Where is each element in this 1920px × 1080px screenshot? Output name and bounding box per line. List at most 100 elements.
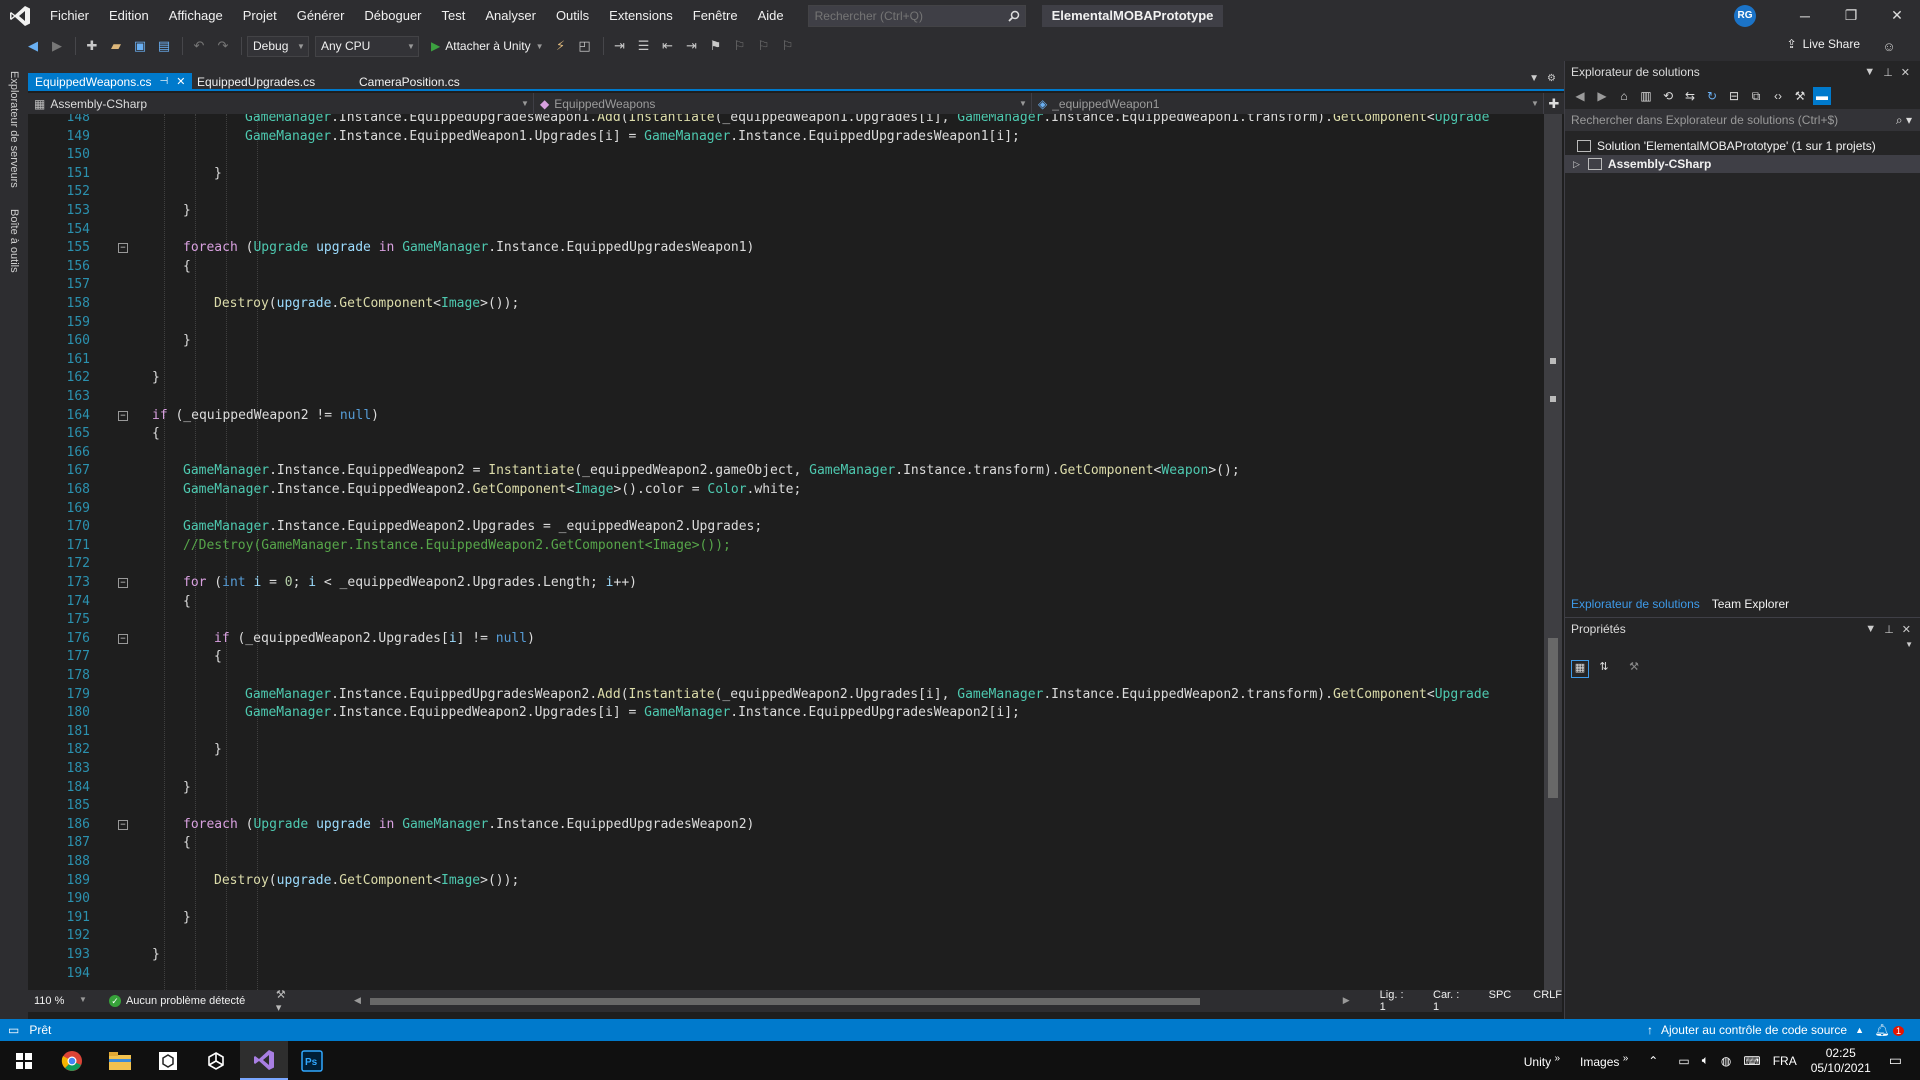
scroll-left-icon[interactable]: ◀ xyxy=(354,995,361,1006)
property-pages-icon[interactable]: ⚒ xyxy=(1625,660,1643,678)
tab-team-explorer[interactable]: Team Explorer xyxy=(1712,597,1789,611)
scrollbar-thumb[interactable] xyxy=(370,998,1201,1005)
split-window-icon[interactable]: ✚ xyxy=(1544,93,1564,114)
settings-icon[interactable]: ⚙ xyxy=(1547,73,1556,84)
show-hidden-icons[interactable]: ⌃ xyxy=(1648,1054,1658,1068)
menu-item[interactable]: Test xyxy=(432,0,476,31)
collapse-icon[interactable]: − xyxy=(118,410,128,421)
menu-item[interactable]: Analyser xyxy=(475,0,546,31)
scrollbar-thumb[interactable] xyxy=(1548,638,1558,798)
minimize-button[interactable]: ─ xyxy=(1782,0,1828,31)
search-input[interactable] xyxy=(814,8,995,23)
layout-icon[interactable]: ☰ xyxy=(633,35,655,57)
menu-item[interactable]: Outils xyxy=(546,0,599,31)
search-box[interactable] xyxy=(807,4,1026,27)
pin-icon[interactable]: ⊣ xyxy=(160,73,169,91)
network-icon[interactable]: ▭ xyxy=(1678,1054,1689,1068)
bookmark-next-icon[interactable]: ⚐ xyxy=(753,35,775,57)
show-all-files-icon[interactable]: ⧉ xyxy=(1747,87,1765,105)
solution-search-box[interactable]: Rechercher dans Explorateur de solutions… xyxy=(1565,109,1920,131)
bookmark-clear-icon[interactable]: ⚐ xyxy=(777,35,799,57)
solution-node[interactable]: Solution 'ElementalMOBAPrototype' (1 sur… xyxy=(1565,137,1920,155)
screenshot-icon[interactable]: ◰ xyxy=(574,35,596,57)
server-explorer-tab[interactable]: Explorateur de serveurs xyxy=(8,71,20,188)
attach-to-unity-button[interactable]: ▶ Attacher à Unity ▼ xyxy=(431,39,544,53)
code-cleanup-icon[interactable]: ⚒ ▾ xyxy=(276,988,294,1014)
action-center-icon[interactable]: ▭ xyxy=(1889,1052,1902,1069)
collapse-all-icon[interactable]: ⊟ xyxy=(1725,87,1743,105)
scroll-right-icon[interactable]: ▶ xyxy=(1343,995,1350,1006)
type-dropdown[interactable]: ◆ EquippedWeapons ▼ xyxy=(534,93,1032,114)
menu-item[interactable]: Fichier xyxy=(40,0,99,31)
code-editor[interactable]: 148 GameManager.Instance.EquippedUpgrades… xyxy=(28,114,1544,990)
close-icon[interactable]: ✕ xyxy=(1901,66,1910,79)
hot-reload-icon[interactable]: ⚡ xyxy=(550,35,572,57)
menu-item[interactable]: Extensions xyxy=(599,0,683,31)
indent-icon[interactable]: ⇥ xyxy=(681,35,703,57)
menu-item[interactable]: Fenêtre xyxy=(683,0,748,31)
close-icon[interactable]: ✕ xyxy=(176,73,185,91)
categorized-icon[interactable]: ▦ xyxy=(1571,660,1589,678)
search-icon[interactable] xyxy=(1003,10,1025,22)
toolbox-tab[interactable]: Boîte à outils xyxy=(8,209,20,273)
visual-studio-logo-icon[interactable] xyxy=(0,0,40,31)
home-icon[interactable]: ⌂ xyxy=(1615,87,1633,105)
collapse-icon[interactable]: − xyxy=(118,819,128,830)
editor-vertical-scrollbar[interactable] xyxy=(1544,114,1562,990)
preview-icon[interactable]: ▬ xyxy=(1813,87,1831,105)
project-node[interactable]: ▷ Assembly-CSharp xyxy=(1565,155,1920,173)
step-icon[interactable]: ⇥ xyxy=(609,35,631,57)
member-dropdown[interactable]: ◈ _equippedWeapon1 ▼ xyxy=(1032,93,1544,114)
chevron-down-icon[interactable]: ▼ xyxy=(536,42,544,51)
globe-icon[interactable]: ◍ xyxy=(1721,1054,1731,1068)
pin-icon[interactable]: ⊥ xyxy=(1884,623,1894,636)
menu-item[interactable]: Aide xyxy=(748,0,794,31)
configuration-select[interactable]: Debug ▼ xyxy=(247,35,309,57)
volume-icon[interactable]: 🔈︎ xyxy=(1702,1053,1709,1068)
close-icon[interactable]: ✕ xyxy=(1902,623,1911,636)
user-avatar[interactable]: RG xyxy=(1734,4,1756,27)
menu-item[interactable]: Affichage xyxy=(159,0,233,31)
notifications-button[interactable]: 🔔︎ 1 xyxy=(1874,1023,1904,1037)
pin-icon[interactable]: ⊥ xyxy=(1883,66,1893,79)
save-all-icon[interactable]: ▤ xyxy=(153,35,175,57)
feedback-icon[interactable]: ☺ xyxy=(1878,35,1900,57)
tab-cameraposition[interactable]: CameraPosition.cs xyxy=(352,73,467,91)
line-ending-indicator[interactable]: CRLF xyxy=(1533,989,1562,1013)
forward-icon[interactable]: ▶ xyxy=(46,35,68,57)
outdent-icon[interactable]: ⇤ xyxy=(657,35,679,57)
collapse-icon[interactable]: − xyxy=(118,578,128,588)
forward-icon[interactable]: ▶ xyxy=(1593,87,1611,105)
add-to-source-control-button[interactable]: ↑ Ajouter au contrôle de code source ▲ xyxy=(1647,1023,1864,1037)
photoshop-icon[interactable]: Ps xyxy=(288,1041,336,1080)
menu-item[interactable]: Générer xyxy=(287,0,355,31)
unity-hub-icon[interactable] xyxy=(144,1041,192,1080)
undo-icon[interactable]: ↶ xyxy=(188,35,210,57)
zoom-select[interactable]: 110 % ▼ xyxy=(28,995,87,1007)
issues-indicator[interactable]: ✓ Aucun problème détecté xyxy=(108,995,266,1007)
menu-item[interactable]: Déboguer xyxy=(354,0,431,31)
bookmark-icon[interactable]: ⚑ xyxy=(705,35,727,57)
switch-views-icon[interactable]: ▥ xyxy=(1637,87,1655,105)
maximize-button[interactable]: ❐ xyxy=(1828,0,1874,31)
tab-list-dropdown-icon[interactable]: ▼ xyxy=(1529,73,1539,84)
close-button[interactable]: ✕ xyxy=(1874,0,1920,31)
platform-select[interactable]: Any CPU ▼ xyxy=(315,35,419,57)
file-explorer-icon[interactable] xyxy=(96,1041,144,1080)
whitespace-indicator[interactable]: SPC xyxy=(1489,989,1512,1013)
object-selector[interactable]: ▼ xyxy=(1565,640,1920,660)
view-code-icon[interactable]: ‹› xyxy=(1769,87,1787,105)
properties-icon[interactable]: ⚒ xyxy=(1791,87,1809,105)
redo-icon[interactable]: ↷ xyxy=(212,35,234,57)
tab-equippedweapons[interactable]: EquippedWeapons.cs ⊣ ✕ xyxy=(28,73,193,91)
project-dropdown[interactable]: ▦ Assembly-CSharp ▼ xyxy=(28,93,534,114)
toolbar-images[interactable]: Images » xyxy=(1580,1053,1628,1069)
live-share-button[interactable]: ⇪ Live Share xyxy=(1787,37,1860,51)
toolbar-unity[interactable]: Unity » xyxy=(1524,1053,1560,1069)
sync-icon[interactable]: ⇆ xyxy=(1681,87,1699,105)
panel-menu-icon[interactable]: ▼ xyxy=(1864,66,1875,79)
editor-horizontal-scrollbar[interactable]: ◀ ▶ xyxy=(354,995,1350,1007)
pending-changes-icon[interactable]: ⟲ xyxy=(1659,87,1677,105)
panel-menu-icon[interactable]: ▼ xyxy=(1865,623,1876,636)
back-icon[interactable]: ◀ xyxy=(1571,87,1589,105)
